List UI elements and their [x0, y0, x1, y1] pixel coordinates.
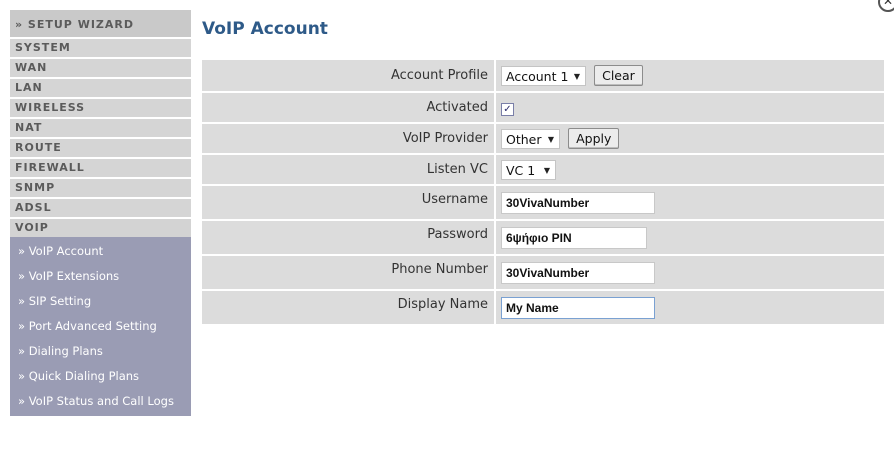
password-input[interactable] [501, 226, 647, 249]
sidebar-item-wireless[interactable]: WIRELESS [10, 99, 191, 117]
activated-checkbox[interactable]: ✓ [501, 103, 514, 116]
password-label: Password [202, 221, 496, 256]
voip-submenu: » VoIP Account » VoIP Extensions » SIP S… [10, 237, 191, 416]
account-profile-select[interactable]: Account 1 ▼ [501, 65, 586, 86]
listen-vc-label: Listen VC [202, 155, 496, 186]
chevron-down-icon: ▼ [543, 165, 550, 175]
submenu-item-voip-extensions[interactable]: » VoIP Extensions [10, 264, 191, 289]
row-activated: Activated ✓ [202, 93, 884, 124]
submenu-item-sip-setting[interactable]: » SIP Setting [10, 289, 191, 314]
sidebar-item-firewall[interactable]: FIREWALL [10, 159, 191, 177]
sidebar-item-route[interactable]: ROUTE [10, 139, 191, 157]
display-name-input[interactable] [501, 296, 655, 319]
sidebar-item-adsl[interactable]: ADSL [10, 199, 191, 217]
sidebar-item-setup-wizard[interactable]: » SETUP WIZARD [10, 10, 191, 37]
submenu-item-dialing-plans[interactable]: » Dialing Plans [10, 339, 191, 364]
apply-button[interactable]: Apply [568, 128, 620, 149]
row-listen-vc: Listen VC VC 1 ▼ [202, 155, 884, 186]
voip-provider-select[interactable]: Other ▼ [501, 128, 560, 149]
sidebar-item-nat[interactable]: NAT [10, 119, 191, 137]
clear-button[interactable]: Clear [594, 65, 643, 86]
sidebar-nav: » SETUP WIZARD SYSTEM WAN LAN WIRELESS N… [10, 10, 191, 416]
activated-label: Activated [202, 93, 496, 124]
row-display-name: Display Name [202, 291, 884, 326]
sidebar-item-system[interactable]: SYSTEM [10, 39, 191, 57]
row-phone-number: Phone Number [202, 256, 884, 291]
row-password: Password [202, 221, 884, 256]
voip-account-form: Account Profile Account 1 ▼ Clear Activa… [202, 60, 884, 326]
row-username: Username [202, 186, 884, 221]
display-name-label: Display Name [202, 291, 496, 326]
phone-number-input[interactable] [501, 261, 655, 284]
chevron-down-icon: ▼ [547, 134, 554, 144]
close-icon[interactable]: ✕ [878, 0, 894, 12]
sidebar-item-snmp[interactable]: SNMP [10, 179, 191, 197]
row-voip-provider: VoIP Provider Other ▼ Apply [202, 124, 884, 155]
username-label: Username [202, 186, 496, 221]
username-input[interactable] [501, 191, 655, 214]
sidebar-item-lan[interactable]: LAN [10, 79, 191, 97]
check-icon: ✓ [503, 104, 512, 115]
voip-provider-label: VoIP Provider [202, 124, 496, 155]
sidebar-item-wan[interactable]: WAN [10, 59, 191, 77]
chevron-down-icon: ▼ [573, 71, 580, 81]
page-title: VoIP Account [202, 19, 328, 39]
listen-vc-select[interactable]: VC 1 ▼ [501, 159, 556, 180]
account-profile-label: Account Profile [202, 60, 496, 93]
submenu-item-voip-status-call-logs[interactable]: » VoIP Status and Call Logs [10, 389, 191, 414]
submenu-item-port-advanced-setting[interactable]: » Port Advanced Setting [10, 314, 191, 339]
submenu-item-voip-account[interactable]: » VoIP Account [10, 239, 191, 264]
row-account-profile: Account Profile Account 1 ▼ Clear [202, 60, 884, 93]
submenu-item-quick-dialing-plans[interactable]: » Quick Dialing Plans [10, 364, 191, 389]
phone-number-label: Phone Number [202, 256, 496, 291]
sidebar-item-voip[interactable]: VOIP [10, 219, 191, 237]
